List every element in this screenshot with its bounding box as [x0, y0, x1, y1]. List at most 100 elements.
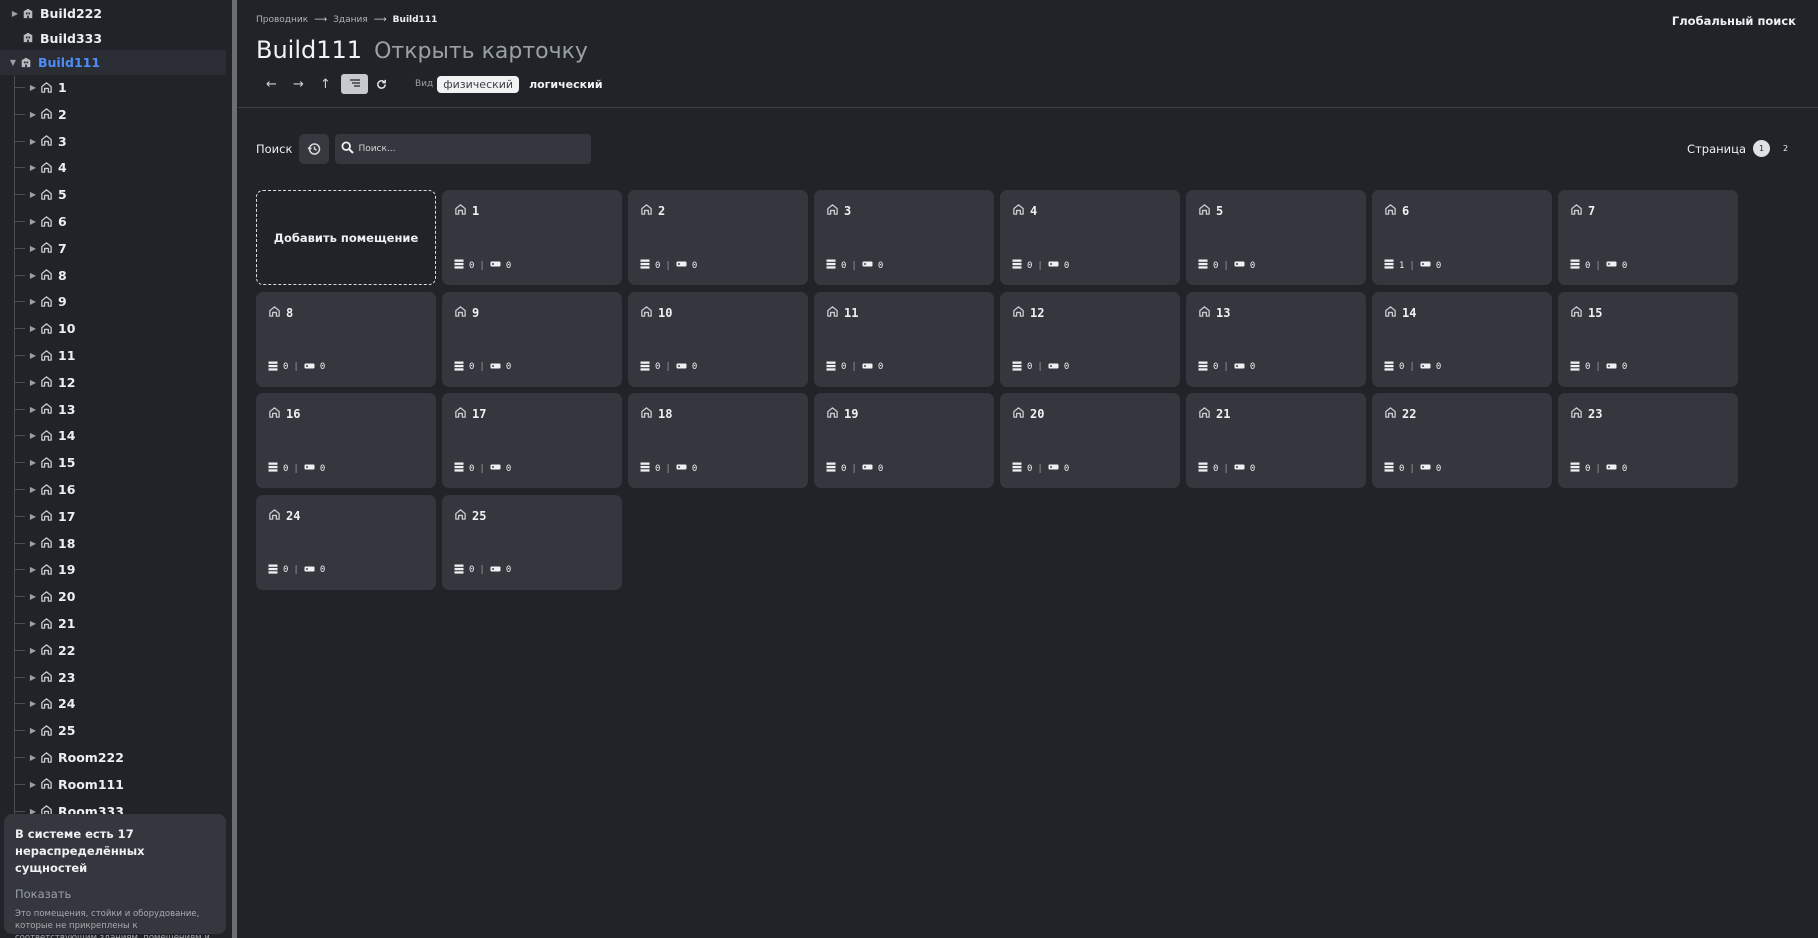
tree-item-7[interactable]: ▶ 7 [26, 236, 67, 261]
tree-item-16[interactable]: ▶ 16 [26, 477, 75, 502]
tree-item-2[interactable]: ▶ 2 [26, 102, 67, 127]
room-card[interactable]: 17 0 | 0 [442, 393, 622, 488]
tree-item-20[interactable]: ▶ 20 [26, 584, 75, 609]
tree-item-17[interactable]: ▶ 17 [26, 504, 75, 529]
room-card[interactable]: 22 0 | 0 [1372, 393, 1552, 488]
tree-item-build222[interactable]: ▶ Build222 [8, 1, 102, 26]
tree-item-22[interactable]: ▶ 22 [26, 638, 75, 663]
show-unassigned-link[interactable]: Показать [15, 887, 215, 901]
room-card[interactable]: 25 0 | 0 [442, 494, 622, 590]
room-card[interactable]: 13 0 | 0 [1186, 291, 1366, 387]
caret-down-icon[interactable]: ▼ [6, 58, 20, 67]
view-physical-option[interactable]: физический [437, 75, 520, 93]
tree-item-14[interactable]: ▶ 14 [26, 423, 75, 448]
tree-item-build333[interactable]: Build333 [8, 26, 102, 51]
tree-item-6[interactable]: ▶ 6 [26, 209, 67, 234]
caret-right-icon[interactable]: ▶ [8, 9, 22, 18]
room-card[interactable]: 20 0 | 0 [1000, 393, 1180, 488]
room-card[interactable]: 24 0 | 0 [256, 494, 436, 590]
room-card[interactable]: 7 0 | 0 [1558, 190, 1738, 285]
room-card[interactable]: 8 0 | 0 [256, 291, 436, 387]
caret-right-icon[interactable]: ▶ [26, 485, 40, 494]
tree-item-5[interactable]: ▶ 5 [26, 182, 67, 207]
room-card[interactable]: 23 0 | 0 [1558, 393, 1738, 488]
caret-right-icon[interactable]: ▶ [26, 646, 40, 655]
page-1-button[interactable]: 1 [1753, 140, 1770, 157]
caret-right-icon[interactable]: ▶ [26, 83, 40, 92]
caret-right-icon[interactable]: ▶ [26, 324, 40, 333]
tree-item-4[interactable]: ▶ 4 [26, 155, 67, 180]
refresh-icon[interactable] [368, 74, 395, 94]
tree-item-room111[interactable]: ▶ Room111 [26, 772, 124, 797]
tree-item-25[interactable]: ▶ 25 [26, 718, 75, 743]
room-card[interactable]: 12 0 | 0 [1000, 291, 1180, 387]
tree-item-19[interactable]: ▶ 19 [26, 557, 75, 582]
search-field[interactable] [335, 134, 592, 164]
room-card[interactable]: 6 1 | 0 [1372, 190, 1552, 285]
caret-right-icon[interactable]: ▶ [26, 458, 40, 467]
history-icon[interactable] [299, 134, 330, 164]
tree-item-23[interactable]: ▶ 23 [26, 665, 75, 690]
room-card[interactable]: 11 0 | 0 [814, 291, 994, 387]
view-logical-option[interactable]: логический [523, 76, 608, 93]
room-card[interactable]: 5 0 | 0 [1186, 190, 1366, 285]
tree-item-13[interactable]: ▶ 13 [26, 397, 75, 422]
caret-right-icon[interactable]: ▶ [26, 565, 40, 574]
tree-item-room222[interactable]: ▶ Room222 [26, 745, 124, 770]
room-card[interactable]: 16 0 | 0 [256, 393, 436, 488]
room-card[interactable]: 3 0 | 0 [814, 190, 994, 285]
back-arrow-icon[interactable]: ← [258, 74, 285, 94]
room-card[interactable]: 15 0 | 0 [1558, 291, 1738, 387]
tree-item-build111[interactable]: ▼ Build111 [0, 50, 226, 76]
tree-item-3[interactable]: ▶ 3 [26, 129, 67, 154]
tree-item-12[interactable]: ▶ 12 [26, 370, 75, 395]
breadcrumb-explorer[interactable]: Проводник [256, 15, 308, 25]
room-card[interactable]: 10 0 | 0 [628, 291, 808, 387]
caret-right-icon[interactable]: ▶ [26, 190, 40, 199]
tree-item-21[interactable]: ▶ 21 [26, 611, 75, 636]
tree-item-1[interactable]: ▶ 1 [26, 75, 67, 100]
caret-right-icon[interactable]: ▶ [26, 753, 40, 762]
open-card-link[interactable]: Открыть карточку [374, 39, 588, 64]
search-input[interactable] [358, 144, 579, 154]
tree-item-10[interactable]: ▶ 10 [26, 316, 75, 341]
caret-right-icon[interactable]: ▶ [26, 297, 40, 306]
tree-item-9[interactable]: ▶ 9 [26, 289, 67, 314]
sidebar-scrollbar[interactable] [232, 0, 237, 938]
caret-right-icon[interactable]: ▶ [26, 217, 40, 226]
breadcrumb-buildings[interactable]: Здания [333, 15, 368, 25]
room-card[interactable]: 4 0 | 0 [1000, 190, 1180, 285]
tree-item-8[interactable]: ▶ 8 [26, 263, 67, 288]
caret-right-icon[interactable]: ▶ [26, 378, 40, 387]
room-card[interactable]: 21 0 | 0 [1186, 393, 1366, 488]
page-2-button[interactable]: 2 [1777, 140, 1794, 157]
room-card[interactable]: 19 0 | 0 [814, 393, 994, 488]
caret-right-icon[interactable]: ▶ [26, 539, 40, 548]
room-card[interactable]: 18 0 | 0 [628, 393, 808, 488]
global-search-link[interactable]: Глобальный поиск [1672, 14, 1796, 28]
room-card[interactable]: 1 0 | 0 [442, 190, 622, 285]
caret-right-icon[interactable]: ▶ [26, 405, 40, 414]
caret-right-icon[interactable]: ▶ [26, 673, 40, 682]
caret-right-icon[interactable]: ▶ [26, 110, 40, 119]
tree-toggle-icon[interactable] [341, 74, 368, 94]
caret-right-icon[interactable]: ▶ [26, 137, 40, 146]
caret-right-icon[interactable]: ▶ [26, 619, 40, 628]
tree-item-11[interactable]: ▶ 11 [26, 343, 75, 368]
caret-right-icon[interactable]: ▶ [26, 592, 40, 601]
caret-right-icon[interactable]: ▶ [26, 726, 40, 735]
caret-right-icon[interactable]: ▶ [26, 431, 40, 440]
caret-right-icon[interactable]: ▶ [26, 163, 40, 172]
up-arrow-icon[interactable]: ↑ [312, 74, 339, 94]
forward-arrow-icon[interactable]: → [285, 74, 312, 94]
room-card[interactable]: 9 0 | 0 [442, 291, 622, 387]
tree-item-15[interactable]: ▶ 15 [26, 450, 75, 475]
tree-item-18[interactable]: ▶ 18 [26, 531, 75, 556]
caret-right-icon[interactable]: ▶ [26, 351, 40, 360]
room-card[interactable]: 14 0 | 0 [1372, 291, 1552, 387]
caret-right-icon[interactable]: ▶ [26, 512, 40, 521]
add-room-card[interactable]: Добавить помещение [256, 190, 436, 285]
caret-right-icon[interactable]: ▶ [26, 780, 40, 789]
tree-item-24[interactable]: ▶ 24 [26, 691, 75, 716]
room-card[interactable]: 2 0 | 0 [628, 190, 808, 285]
